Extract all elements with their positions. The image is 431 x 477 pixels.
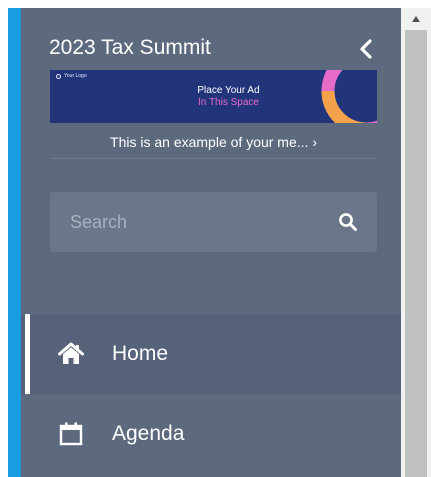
- search-box: [50, 192, 377, 252]
- sidebar-header: 2023 Tax Summit: [21, 8, 401, 78]
- app-frame: 2023 Tax Summit Your Logo Place Your Ad …: [0, 0, 431, 477]
- divider: [50, 158, 377, 159]
- ad-decoration-icon: [321, 70, 377, 123]
- ad-logo-text: Your Logo: [64, 73, 87, 79]
- nav-label-agenda: Agenda: [112, 422, 185, 445]
- active-indicator: [25, 314, 30, 394]
- nav-item-home[interactable]: Home: [21, 314, 401, 394]
- ad-caption-link[interactable]: This is an example of your me... ›: [50, 131, 377, 153]
- ad-banner[interactable]: Your Logo Place Your Ad In This Space: [50, 70, 377, 123]
- accent-bar: [8, 8, 21, 477]
- search-input[interactable]: [50, 192, 320, 252]
- scroll-up-button[interactable]: [401, 8, 431, 30]
- triangle-up-icon: [412, 16, 420, 22]
- scrollbar-thumb[interactable]: [405, 30, 427, 477]
- home-icon: [58, 342, 84, 364]
- nav-item-agenda[interactable]: Agenda: [21, 394, 401, 474]
- calendar-icon: [59, 422, 83, 446]
- logo-ring-icon: [56, 74, 61, 79]
- event-title: 2023 Tax Summit: [49, 36, 211, 59]
- chevron-left-icon: [360, 39, 372, 59]
- collapse-sidebar-button[interactable]: [353, 36, 379, 62]
- nav-label-home: Home: [112, 342, 169, 365]
- search-icon[interactable]: [338, 212, 358, 232]
- ad-logo: Your Logo: [56, 73, 87, 80]
- sidebar: 2023 Tax Summit Your Logo Place Your Ad …: [21, 8, 401, 477]
